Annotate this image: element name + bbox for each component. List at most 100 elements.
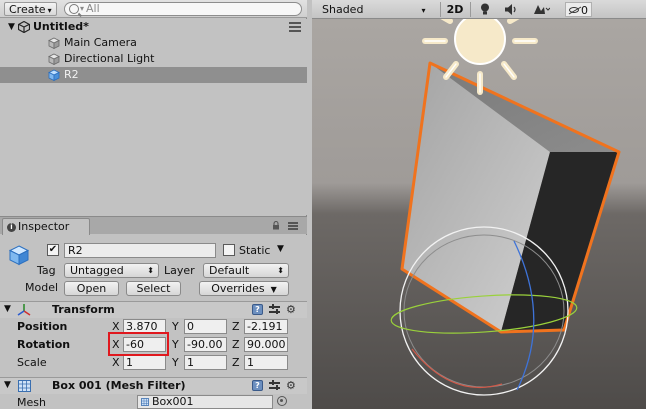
dropdown-arrow-icon: ▾ xyxy=(47,6,52,15)
transform-icon xyxy=(17,304,31,316)
rotation-x-highlight xyxy=(108,332,169,356)
tab-inspector[interactable]: i Inspector xyxy=(2,218,90,235)
scene-toolbar: Shaded ▾ 2D 0 xyxy=(312,0,646,19)
fold-down-icon[interactable]: ▼ xyxy=(4,380,11,390)
hidden-objects-count: 0 xyxy=(581,4,588,17)
active-checkbox[interactable]: ✔ xyxy=(47,244,59,256)
overrides-dropdown[interactable]: Overrides ▼ xyxy=(199,281,289,296)
tag-value: Untagged xyxy=(70,264,124,277)
fold-down-icon[interactable]: ▼ xyxy=(4,304,11,314)
updown-arrow-icon: ⬍ xyxy=(147,266,154,275)
scene-name: Untitled* xyxy=(33,20,89,33)
mesh-grid-icon xyxy=(18,380,31,392)
shading-mode-dropdown[interactable]: Shaded ▾ xyxy=(322,3,425,17)
axis-z-label[interactable]: Z xyxy=(232,320,240,333)
inspector-panel: ✔ R2 Static ▼ Tag Untagged ⬍ Layer Defau… xyxy=(0,235,307,409)
scale-x-field[interactable]: 1 xyxy=(123,355,166,370)
object-name-input[interactable]: R2 xyxy=(64,243,216,258)
help-icon[interactable]: ? xyxy=(252,304,263,315)
hierarchy-item-label: Main Camera xyxy=(64,36,137,49)
hierarchy-item-main-camera[interactable]: Main Camera xyxy=(0,35,307,51)
lock-icon[interactable] xyxy=(272,221,280,230)
axis-z-label[interactable]: Z xyxy=(232,356,240,369)
effects-icon[interactable] xyxy=(532,3,550,16)
mesh-filter-component-header[interactable]: ▼ Box 001 (Mesh Filter) ? ⚙ xyxy=(0,377,307,394)
axis-y-label[interactable]: Y xyxy=(172,356,179,369)
static-label: Static xyxy=(239,244,271,257)
unity-scene-icon xyxy=(18,21,30,33)
hidden-objects-toggle[interactable]: 0 xyxy=(565,2,592,17)
rotation-y-field[interactable]: -90.00 xyxy=(184,337,227,352)
prefab-cube-icon xyxy=(48,69,60,81)
search-dropdown-icon: ▾ xyxy=(80,4,85,13)
mesh-filter-title: Box 001 (Mesh Filter) xyxy=(52,379,186,392)
gameobject-cube-icon xyxy=(48,37,60,49)
scene-view[interactable]: Shaded ▾ 2D 0 xyxy=(312,0,646,409)
transform-component-header[interactable]: ▼ Transform ? ⚙ xyxy=(0,301,307,318)
object-picker-icon[interactable] xyxy=(277,396,287,406)
dropdown-arrow-icon: ▾ xyxy=(421,6,426,15)
fold-down-icon[interactable]: ▼ xyxy=(8,19,15,35)
mesh-object-field[interactable]: Box001 xyxy=(137,395,273,409)
hierarchy-item-directional-light[interactable]: Directional Light xyxy=(0,51,307,67)
hierarchy-item-label: R2 xyxy=(64,68,79,81)
dropdown-arrow-icon: ▼ xyxy=(270,285,277,294)
select-button[interactable]: Select xyxy=(126,281,181,296)
axis-y-label[interactable]: Y xyxy=(172,338,179,351)
scene-menu-icon[interactable] xyxy=(289,22,301,32)
open-button[interactable]: Open xyxy=(64,281,119,296)
position-z-field[interactable]: -2.191 xyxy=(244,319,288,334)
inspector-menu-icon[interactable] xyxy=(288,222,298,230)
presets-icon[interactable] xyxy=(269,380,280,391)
scene-canvas[interactable] xyxy=(312,19,646,409)
create-button[interactable]: Create ▾ xyxy=(4,2,57,16)
tab-inspector-label: Inspector xyxy=(18,220,70,233)
component-header-icons: ? ⚙ xyxy=(252,380,297,391)
axis-x-label[interactable]: X xyxy=(112,356,120,369)
left-panel: Create ▾ ▾ All ▼ Untitled* Main Camera D… xyxy=(0,0,307,409)
scene-lighting-icon[interactable] xyxy=(480,3,490,16)
static-checkbox[interactable] xyxy=(223,244,235,256)
tag-label: Tag xyxy=(37,264,56,277)
tag-dropdown[interactable]: Untagged ⬍ xyxy=(64,263,159,278)
component-header-icons: ? ⚙ xyxy=(252,304,297,315)
mesh-label: Mesh xyxy=(17,396,46,409)
position-y-field[interactable]: 0 xyxy=(184,319,227,334)
model-label: Model xyxy=(25,281,59,294)
audio-icon[interactable] xyxy=(504,3,518,16)
create-label: Create xyxy=(9,3,46,16)
gameobject-cube-icon xyxy=(48,53,60,65)
2d-toggle-button[interactable]: 2D xyxy=(445,2,465,17)
axis-y-label[interactable]: Y xyxy=(172,320,179,333)
overrides-label: Overrides xyxy=(211,282,265,295)
scale-y-field[interactable]: 1 xyxy=(184,355,227,370)
toolbar-divider xyxy=(470,2,471,17)
scale-label: Scale xyxy=(17,356,47,369)
static-dropdown-icon[interactable]: ▼ xyxy=(277,244,284,254)
layer-dropdown[interactable]: Default ⬍ xyxy=(203,263,289,278)
axis-z-label[interactable]: Z xyxy=(232,338,240,351)
scene-row[interactable]: ▼ Untitled* xyxy=(0,19,307,35)
layer-label: Layer xyxy=(164,264,195,277)
layer-value: Default xyxy=(209,264,250,277)
prefab-icon xyxy=(8,245,30,266)
gear-icon[interactable]: ⚙ xyxy=(286,380,297,391)
mesh-value: Box001 xyxy=(152,395,194,408)
hierarchy-item-label: Directional Light xyxy=(64,52,155,65)
position-label: Position xyxy=(17,320,68,333)
hierarchy-item-r2[interactable]: R2 xyxy=(0,67,307,83)
hierarchy-toolbar: Create ▾ ▾ All xyxy=(0,0,307,18)
help-icon[interactable]: ? xyxy=(252,380,263,391)
hierarchy-search-input[interactable]: ▾ All xyxy=(64,2,302,16)
rotation-z-field[interactable]: 90.000 xyxy=(244,337,288,352)
presets-icon[interactable] xyxy=(269,304,280,315)
info-icon: i xyxy=(7,223,16,232)
scale-z-field[interactable]: 1 xyxy=(244,355,288,370)
eye-slash-icon xyxy=(569,7,579,13)
search-icon xyxy=(69,4,79,14)
inspector-tab-bar: i Inspector xyxy=(0,216,307,235)
gear-icon[interactable]: ⚙ xyxy=(286,304,297,315)
rotation-label: Rotation xyxy=(17,338,71,351)
toolbar-divider xyxy=(440,2,441,17)
scale-row: Scale X 1 Y 1 Z 1 xyxy=(0,355,307,372)
